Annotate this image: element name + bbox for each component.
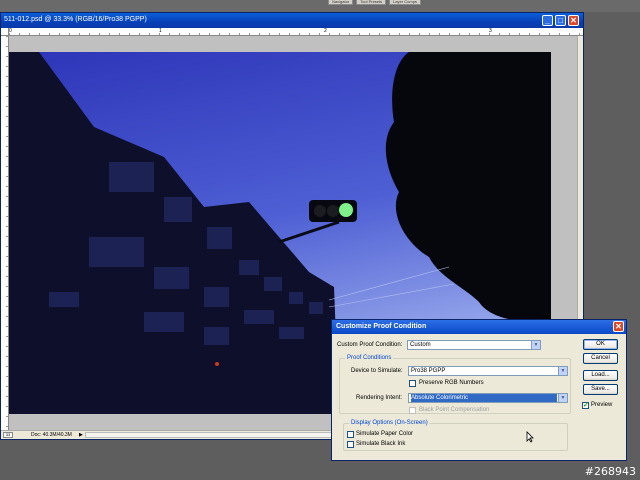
custom-proof-label: Custom Proof Condition: (337, 342, 403, 348)
black-point-checkbox[interactable] (409, 407, 416, 414)
zoom-field[interactable]: 33 (3, 432, 13, 438)
doc-size-info: Doc: 40.3M/40.3M (31, 432, 72, 438)
document-titlebar[interactable]: 511-012.psd @ 33.3% (RGB/16/Pro38 PGPP) … (1, 13, 583, 28)
dialog-close-button[interactable]: ✕ (613, 321, 624, 332)
customize-proof-dialog: Customize Proof Condition ✕ Custom Proof… (331, 319, 627, 461)
simulate-paper-label: Simulate Paper Color (356, 431, 414, 437)
custom-proof-value: Custom (410, 342, 431, 348)
cancel-button[interactable]: Cancel (583, 353, 618, 364)
ruler-mark: 0 (9, 28, 12, 34)
preview-label: Preview (591, 402, 613, 408)
save-button[interactable]: Save... (583, 384, 618, 395)
ok-button[interactable]: OK (583, 339, 618, 350)
device-label: Device to Simulate: (351, 368, 403, 374)
rendering-intent-select[interactable]: Absolute Colorimetric ▼ (408, 393, 568, 403)
top-strip: Navigator Tool Presets Layer Comps (0, 0, 640, 12)
palette-tab-layer-comps[interactable]: Layer Comps (389, 0, 421, 5)
close-button[interactable]: ✕ (568, 15, 579, 26)
vertical-ruler[interactable] (1, 36, 9, 431)
load-button[interactable]: Load... (583, 370, 618, 381)
simulate-ink-checkbox[interactable] (347, 441, 354, 448)
mouse-cursor-icon (526, 431, 534, 443)
display-options-legend: Display Options (On-Screen) (349, 419, 430, 427)
palette-tab-tool-presets[interactable]: Tool Presets (356, 0, 387, 5)
minimize-button[interactable]: _ (542, 15, 553, 26)
chevron-down-icon: ▼ (531, 341, 540, 349)
preserve-rgb-label: Preserve RGB Numbers (419, 380, 484, 386)
ruler-mark: 3 (489, 28, 492, 34)
chevron-down-icon: ▼ (558, 367, 567, 375)
dialog-title: Customize Proof Condition (336, 323, 427, 330)
simulate-ink-label: Simulate Black Ink (356, 441, 406, 447)
preview-checkbox[interactable] (582, 401, 589, 409)
watermark-text: #268943 (584, 465, 636, 478)
dialog-titlebar[interactable]: Customize Proof Condition ✕ (332, 320, 626, 334)
black-point-label: Black Point Compensation (419, 407, 490, 413)
maximize-button[interactable]: □ (555, 15, 566, 26)
device-value: Pro38 PGPP (411, 368, 446, 374)
horizontal-ruler[interactable]: 0 1 2 3 (9, 28, 583, 36)
status-menu-arrow-icon[interactable]: ▶ (79, 432, 83, 438)
window-controls: _ □ ✕ (542, 15, 579, 26)
ruler-mark: 1 (159, 28, 162, 34)
rendering-intent-value: Absolute Colorimetric (411, 394, 557, 402)
palette-tabs: Navigator Tool Presets Layer Comps (328, 0, 421, 5)
ruler-mark: 2 (324, 28, 327, 34)
palette-tab-navigator[interactable]: Navigator (328, 0, 354, 5)
simulate-paper-checkbox[interactable] (347, 431, 354, 438)
proof-conditions-legend: Proof Conditions (345, 354, 394, 362)
device-select[interactable]: Pro38 PGPP ▼ (408, 366, 568, 376)
custom-proof-select[interactable]: Custom ▼ (407, 340, 541, 350)
preserve-rgb-checkbox[interactable] (409, 380, 416, 387)
document-title: 511-012.psd @ 33.3% (RGB/16/Pro38 PGPP) (4, 16, 147, 23)
chevron-down-icon: ▼ (558, 394, 567, 402)
ruler-origin[interactable] (1, 28, 9, 36)
rendering-intent-label: Rendering Intent: (356, 395, 403, 401)
